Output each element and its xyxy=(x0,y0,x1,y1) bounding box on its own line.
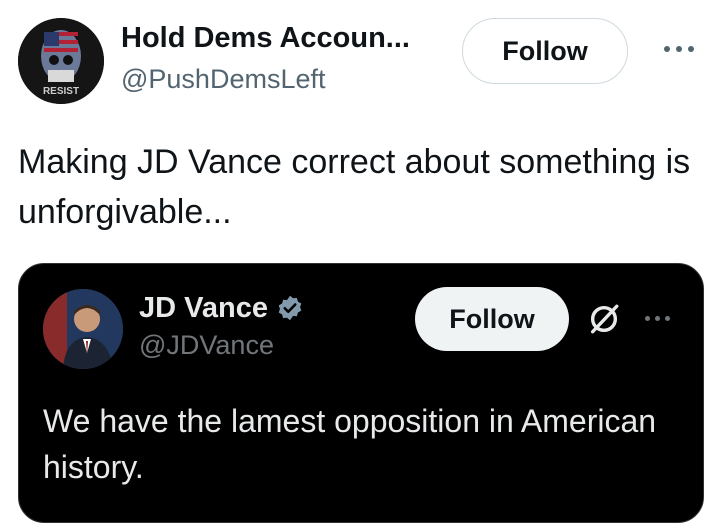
follow-button[interactable]: Follow xyxy=(462,18,628,84)
quoted-post-text: We have the lamest opposition in America… xyxy=(43,403,657,485)
author-display-name[interactable]: Hold Dems Accoun... xyxy=(121,22,410,55)
more-horizontal-icon[interactable] xyxy=(664,46,698,56)
quoted-author-handle[interactable]: @JDVance xyxy=(139,330,274,361)
quoted-follow-button[interactable]: Follow xyxy=(415,287,569,351)
quoted-post-card[interactable]: JD Vance @JDVance Follow We have the lam… xyxy=(18,263,704,523)
post-text: Making JD Vance correct about something … xyxy=(18,143,691,231)
quoted-name-row: JD Vance xyxy=(139,288,304,328)
svg-text:RESIST: RESIST xyxy=(43,86,79,97)
author-avatar[interactable]: RESIST xyxy=(18,18,104,104)
portrait-avatar-image xyxy=(43,289,123,369)
flag-skull-avatar-image: RESIST xyxy=(18,18,104,104)
post-header: RESIST Hold Dems Accoun... @PushDemsLeft… xyxy=(18,18,700,104)
grok-icon[interactable] xyxy=(587,302,621,336)
author-handle[interactable]: @PushDemsLeft xyxy=(121,64,326,95)
quoted-more-horizontal-icon[interactable] xyxy=(645,316,675,324)
verified-badge-icon xyxy=(278,295,302,321)
quoted-author-display-name[interactable]: JD Vance xyxy=(139,292,268,325)
quoted-author-avatar[interactable] xyxy=(43,289,123,369)
